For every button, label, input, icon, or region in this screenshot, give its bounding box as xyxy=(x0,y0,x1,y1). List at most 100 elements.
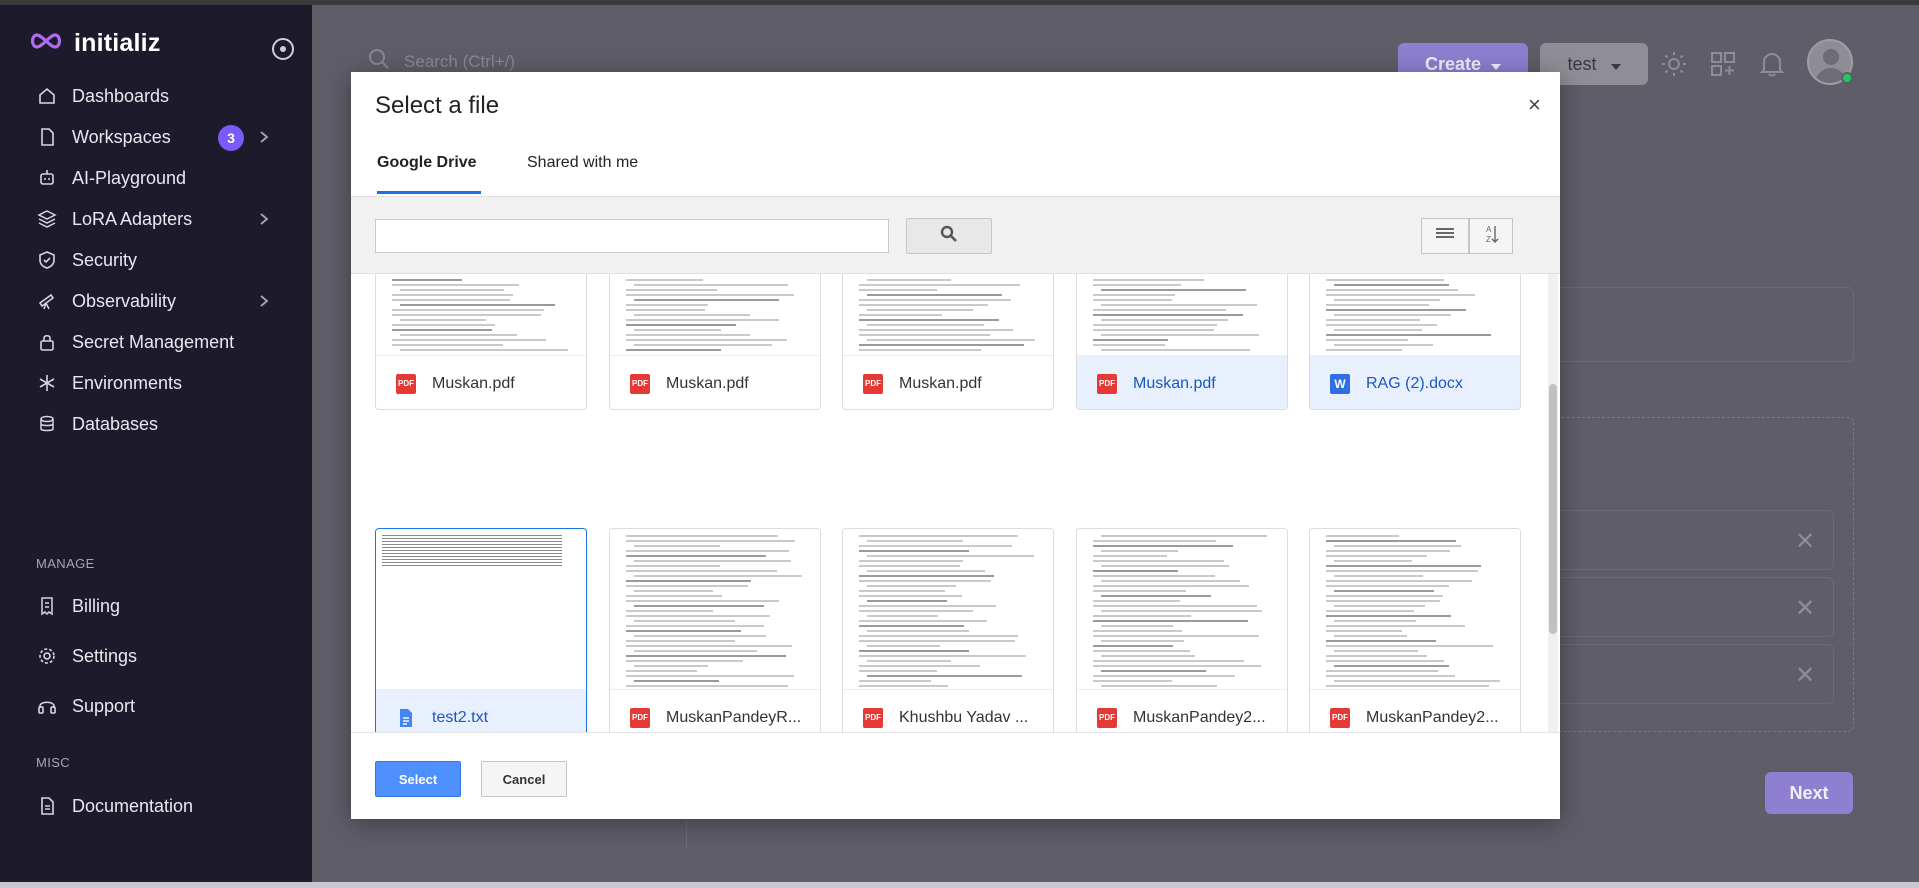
file-card[interactable]: PDF Muskan.pdf xyxy=(609,274,821,410)
sidebar-item-ai-playground[interactable]: AI-Playground xyxy=(36,163,276,193)
bell-icon[interactable] xyxy=(1758,50,1786,78)
file-preview-thumbnail xyxy=(1077,274,1287,355)
sidebar-item-observability[interactable]: Observability xyxy=(36,286,276,316)
caret-down-icon xyxy=(1610,54,1621,75)
pdf-file-icon: PDF xyxy=(396,373,416,394)
file-preview-thumbnail xyxy=(1077,529,1287,689)
file-preview-thumbnail xyxy=(376,274,586,355)
file-name: test2.txt xyxy=(432,708,489,726)
file-card[interactable]: PDF MuskanPandey2... xyxy=(1076,528,1288,732)
sidebar-item-label: Settings xyxy=(72,645,138,666)
list-view-button[interactable] xyxy=(1421,218,1469,254)
file-card[interactable]: PDF Muskan.pdf xyxy=(375,274,587,410)
sidebar-item-settings[interactable]: Settings xyxy=(36,641,276,671)
sidebar-item-label: Documentation xyxy=(72,795,194,816)
svg-text:A: A xyxy=(1486,225,1492,234)
file-card[interactable]: PDF Khushbu Yadav ... xyxy=(842,528,1054,732)
file-grid-scrollbar[interactable] xyxy=(1548,274,1558,732)
sidebar-item-label: Environments xyxy=(72,372,183,393)
sidebar: initializ Dashboards Workspaces 3 AI-Pla… xyxy=(0,5,312,882)
chevron-right-icon xyxy=(258,292,270,313)
sidebar-item-label: LoRA Adapters xyxy=(72,208,193,229)
sidebar-item-label: Observability xyxy=(72,290,177,311)
file-preview-thumbnail xyxy=(843,274,1053,355)
close-icon[interactable]: × xyxy=(1528,92,1541,118)
background-row xyxy=(1556,644,1834,704)
search-icon xyxy=(368,48,390,75)
sidebar-item-dashboards[interactable]: Dashboards xyxy=(36,81,276,111)
file-card-footer: PDF Khushbu Yadav ... xyxy=(843,689,1053,732)
file-card-footer: PDF MuskanPandeyR... xyxy=(610,689,820,732)
brand-name: initializ xyxy=(74,29,161,57)
pdf-file-icon: PDF xyxy=(863,707,883,728)
file-preview-thumbnail xyxy=(610,529,820,689)
manage-section-label: MANAGE xyxy=(36,556,95,571)
close-icon: ✕ xyxy=(1795,528,1816,555)
home-icon xyxy=(36,85,58,107)
file-name: MuskanPandeyR... xyxy=(666,708,802,726)
file-card[interactable]: PDF MuskanPandeyR... xyxy=(609,528,821,732)
sidebar-item-documentation[interactable]: Documentation xyxy=(36,791,276,821)
cancel-button[interactable]: Cancel xyxy=(481,761,567,797)
file-card[interactable]: PDF MuskanPandey2... xyxy=(1309,528,1521,732)
file-card-footer: W RAG (2).docx xyxy=(1310,355,1520,409)
svg-text:Z: Z xyxy=(1486,235,1491,244)
sidebar-item-support[interactable]: Support xyxy=(36,691,276,721)
sort-button[interactable]: AZ xyxy=(1469,218,1513,254)
file-name: Muskan.pdf xyxy=(432,374,515,392)
file-name: RAG (2).docx xyxy=(1366,374,1463,392)
sidebar-item-lora-adapters[interactable]: LoRA Adapters xyxy=(36,204,276,234)
gear-icon xyxy=(36,645,58,667)
file-card[interactable]: PDF Muskan.pdf xyxy=(842,274,1054,410)
file-card-footer: test2.txt xyxy=(376,689,586,732)
sidebar-item-workspaces[interactable]: Workspaces 3 xyxy=(36,122,276,152)
list-view-icon xyxy=(1435,227,1455,246)
window-bottom-edge xyxy=(0,882,1919,888)
brand[interactable]: initializ xyxy=(28,29,161,58)
word-file-icon: W xyxy=(1330,373,1350,394)
collapse-icon[interactable] xyxy=(272,38,294,60)
file-name: Muskan.pdf xyxy=(1133,374,1216,392)
sidebar-item-label: Security xyxy=(72,249,138,270)
robot-icon xyxy=(36,167,58,189)
pdf-file-icon: PDF xyxy=(1097,373,1117,394)
select-button[interactable]: Select xyxy=(375,761,461,797)
sidebar-item-billing[interactable]: Billing xyxy=(36,591,276,621)
pdf-file-icon: PDF xyxy=(630,373,650,394)
sidebar-item-databases[interactable]: Databases xyxy=(36,409,276,439)
sun-icon[interactable] xyxy=(1660,50,1688,78)
headset-icon xyxy=(36,695,58,717)
file-card[interactable]: W RAG (2).docx xyxy=(1309,274,1521,410)
snowflake-icon xyxy=(36,372,58,394)
picker-search-button[interactable] xyxy=(906,218,992,254)
dialog-footer: Select Cancel xyxy=(351,732,1560,819)
workspaces-count-badge: 3 xyxy=(218,125,244,151)
background-dropdown xyxy=(1556,287,1854,362)
file-preview-thumbnail xyxy=(376,529,586,689)
database-icon xyxy=(36,413,58,435)
tab-shared-with-me[interactable]: Shared with me xyxy=(527,154,638,194)
pdf-file-icon: PDF xyxy=(1330,707,1350,728)
tab-google-drive[interactable]: Google Drive xyxy=(377,154,481,194)
chevron-right-icon xyxy=(258,210,270,231)
picker-search-input[interactable] xyxy=(375,219,889,253)
next-button[interactable]: Next xyxy=(1765,772,1853,814)
sidebar-item-label: Workspaces xyxy=(72,126,171,147)
file-card-footer: PDF MuskanPandey2... xyxy=(1077,689,1287,732)
file-card[interactable]: test2.txt xyxy=(375,528,587,732)
sidebar-item-security[interactable]: Security xyxy=(36,245,276,275)
grid-plus-icon[interactable] xyxy=(1709,50,1737,78)
file-card[interactable]: PDF Muskan.pdf xyxy=(1076,274,1288,410)
sidebar-item-environments[interactable]: Environments xyxy=(36,368,276,398)
sidebar-item-label: Support xyxy=(72,695,136,716)
sidebar-item-secret-management[interactable]: Secret Management xyxy=(36,327,276,357)
global-search[interactable]: Search (Ctrl+/) xyxy=(368,48,515,75)
file-name: Muskan.pdf xyxy=(666,374,749,392)
sort-az-icon: AZ xyxy=(1480,223,1502,250)
pdf-file-icon: PDF xyxy=(630,707,650,728)
file-preview-thumbnail xyxy=(1310,529,1520,689)
file-name: Khushbu Yadav ... xyxy=(899,708,1029,726)
shield-icon xyxy=(36,249,58,271)
document-icon xyxy=(36,795,58,817)
sidebar-item-label: Databases xyxy=(72,413,159,434)
